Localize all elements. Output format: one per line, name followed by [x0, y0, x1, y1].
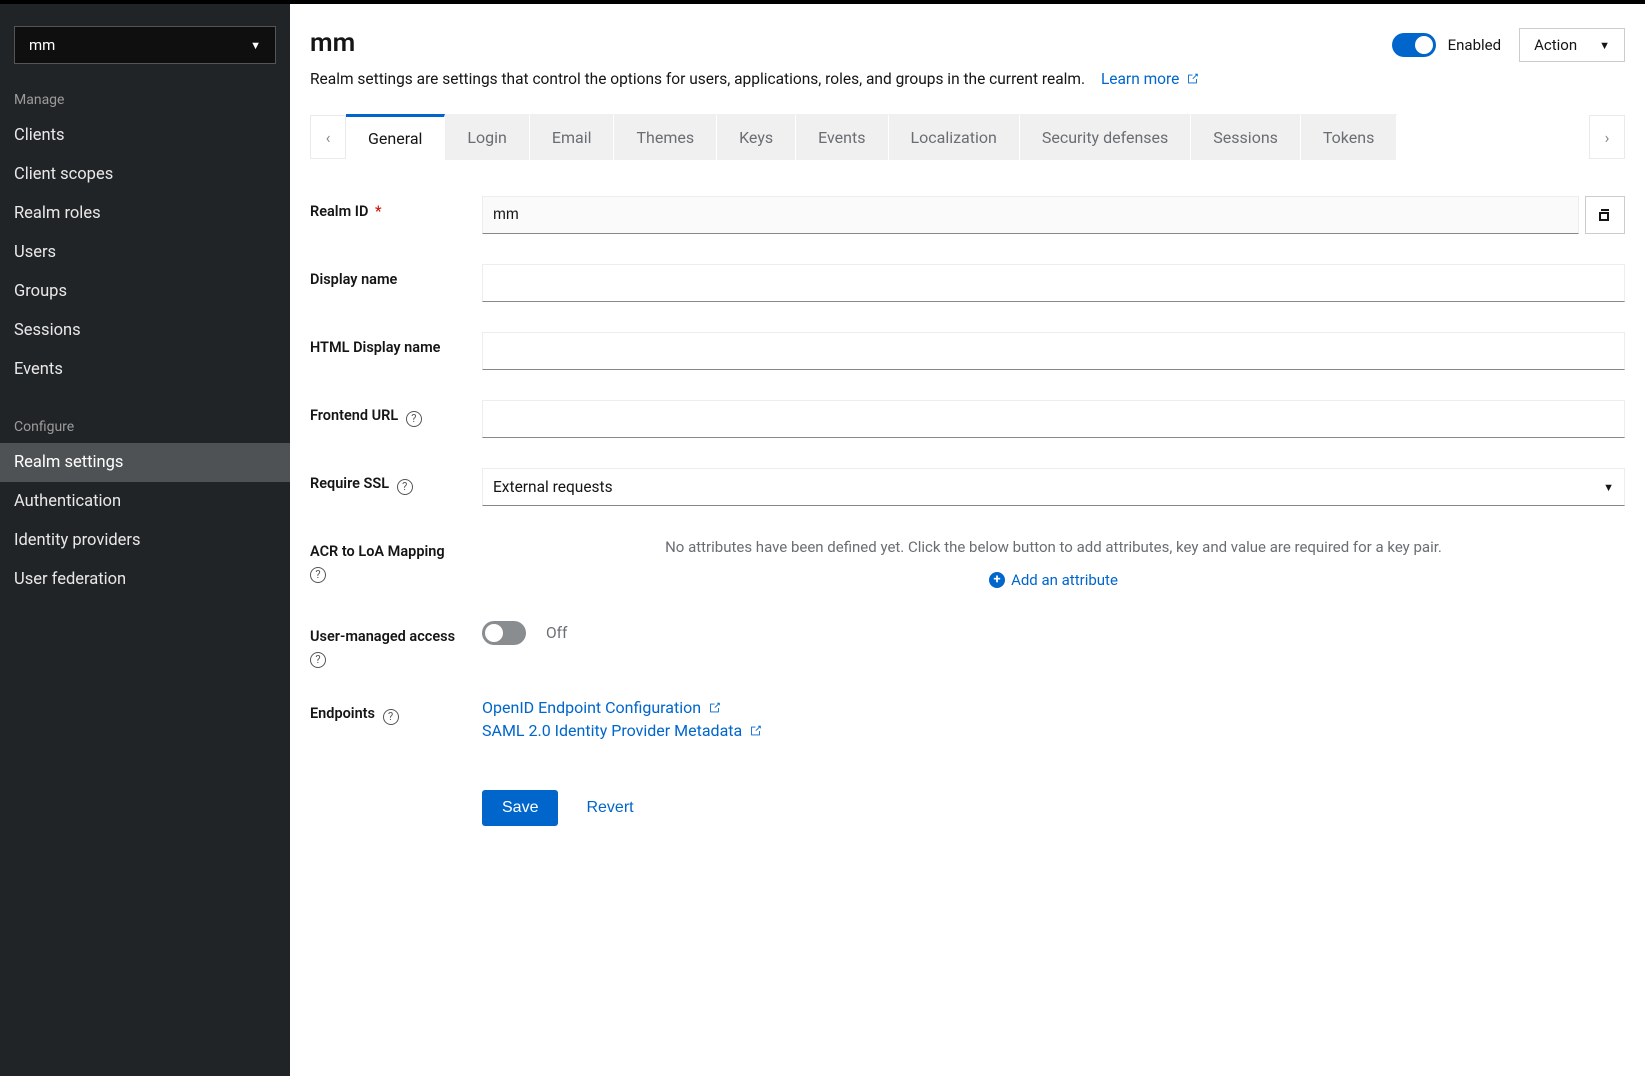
nav-section-manage: Manage	[0, 84, 290, 116]
display-name-label: Display name	[310, 264, 482, 290]
action-dropdown[interactable]: Action ▼	[1519, 28, 1625, 62]
acr-loa-empty-text: No attributes have been defined yet. Cli…	[665, 538, 1442, 556]
toggle-knob	[1415, 36, 1433, 54]
learn-more-link[interactable]: Learn more	[1101, 70, 1200, 88]
realm-id-label-text: Realm ID	[310, 203, 368, 220]
help-icon[interactable]: ?	[310, 567, 326, 583]
caret-down-icon: ▼	[1599, 39, 1610, 52]
toggle-knob	[485, 624, 503, 642]
page-title: mm	[310, 28, 355, 58]
tab-tokens[interactable]: Tokens	[1301, 114, 1397, 160]
realm-selector[interactable]: mm ▼	[14, 26, 276, 64]
require-ssl-value: External requests	[493, 478, 613, 496]
html-display-name-label: HTML Display name	[310, 332, 482, 358]
user-managed-access-label-text: User-managed access	[310, 628, 455, 645]
enabled-label: Enabled	[1448, 36, 1501, 54]
tab-security-defenses[interactable]: Security defenses	[1020, 114, 1191, 160]
help-icon[interactable]: ?	[383, 709, 399, 725]
help-icon[interactable]: ?	[406, 411, 422, 427]
acr-loa-label-text: ACR to LoA Mapping	[310, 543, 445, 560]
sidebar-item-client-scopes[interactable]: Client scopes	[0, 155, 290, 194]
add-attribute-button[interactable]: + Add an attribute	[989, 569, 1118, 592]
page-description: Realm settings are settings that control…	[310, 70, 1085, 88]
action-dropdown-label: Action	[1534, 36, 1577, 54]
openid-endpoint-text: OpenID Endpoint Configuration	[482, 698, 701, 717]
saml-metadata-link[interactable]: SAML 2.0 Identity Provider Metadata	[482, 721, 763, 740]
sidebar-item-sessions[interactable]: Sessions	[0, 311, 290, 350]
page-description-row: Realm settings are settings that control…	[290, 62, 1645, 88]
nav-section-configure: Configure	[0, 411, 290, 443]
user-managed-access-label: User-managed access ?	[310, 621, 482, 668]
sidebar-item-users[interactable]: Users	[0, 233, 290, 272]
help-icon[interactable]: ?	[310, 652, 326, 668]
sidebar-item-groups[interactable]: Groups	[0, 272, 290, 311]
plus-circle-icon: +	[989, 572, 1005, 588]
copy-button[interactable]	[1585, 196, 1625, 234]
tab-localization[interactable]: Localization	[889, 114, 1020, 160]
tab-general[interactable]: General	[346, 114, 445, 160]
caret-down-icon: ▼	[1603, 481, 1614, 494]
endpoints-label: Endpoints ?	[310, 698, 482, 725]
tab-themes[interactable]: Themes	[614, 114, 717, 160]
html-display-name-input[interactable]	[482, 332, 1625, 370]
tab-events[interactable]: Events	[796, 114, 888, 160]
require-ssl-label: Require SSL ?	[310, 468, 482, 495]
tab-keys[interactable]: Keys	[717, 114, 796, 160]
help-icon[interactable]: ?	[397, 479, 413, 495]
sidebar: mm ▼ Manage Clients Client scopes Realm …	[0, 0, 290, 1076]
user-managed-access-toggle[interactable]	[482, 621, 526, 645]
realm-id-input[interactable]	[482, 196, 1579, 234]
external-link-icon	[1185, 72, 1200, 86]
sidebar-item-authentication[interactable]: Authentication	[0, 482, 290, 521]
learn-more-text: Learn more	[1101, 70, 1179, 88]
frontend-url-label-text: Frontend URL	[310, 407, 398, 424]
tabs-scroll-left[interactable]: ‹	[310, 115, 346, 159]
copy-icon	[1597, 207, 1613, 223]
endpoints-label-text: Endpoints	[310, 705, 375, 722]
require-ssl-select[interactable]: External requests ▼	[482, 468, 1625, 506]
acr-loa-empty-state: No attributes have been defined yet. Cli…	[482, 536, 1625, 591]
display-name-input[interactable]	[482, 264, 1625, 302]
sidebar-item-events[interactable]: Events	[0, 350, 290, 389]
require-ssl-label-text: Require SSL	[310, 475, 389, 492]
external-link-icon	[707, 701, 722, 715]
sidebar-item-clients[interactable]: Clients	[0, 116, 290, 155]
main-content: mm Enabled Action ▼ Realm settings are s…	[290, 0, 1645, 1076]
tab-sessions[interactable]: Sessions	[1191, 114, 1301, 160]
sidebar-item-user-federation[interactable]: User federation	[0, 560, 290, 599]
revert-button[interactable]: Revert	[586, 799, 633, 817]
sidebar-item-identity-providers[interactable]: Identity providers	[0, 521, 290, 560]
sidebar-item-realm-roles[interactable]: Realm roles	[0, 194, 290, 233]
save-button[interactable]: Save	[482, 790, 558, 826]
tabs-scroll-right[interactable]: ›	[1589, 115, 1625, 159]
enabled-toggle[interactable]	[1392, 33, 1436, 57]
realm-selector-value: mm	[29, 36, 55, 54]
acr-loa-label: ACR to LoA Mapping ?	[310, 536, 482, 583]
caret-down-icon: ▼	[250, 39, 261, 52]
tab-login[interactable]: Login	[445, 114, 529, 160]
add-attribute-label: Add an attribute	[1011, 569, 1118, 592]
required-indicator: *	[375, 203, 382, 220]
tabs-list: General Login Email Themes Keys Events L…	[346, 114, 1589, 160]
frontend-url-input[interactable]	[482, 400, 1625, 438]
openid-endpoint-link[interactable]: OpenID Endpoint Configuration	[482, 698, 763, 717]
frontend-url-label: Frontend URL ?	[310, 400, 482, 427]
tab-email[interactable]: Email	[530, 114, 615, 160]
sidebar-item-realm-settings[interactable]: Realm settings	[0, 443, 290, 482]
user-managed-access-state: Off	[546, 624, 567, 642]
external-link-icon	[748, 724, 763, 738]
realm-id-label: Realm ID *	[310, 196, 482, 222]
saml-metadata-text: SAML 2.0 Identity Provider Metadata	[482, 721, 742, 740]
